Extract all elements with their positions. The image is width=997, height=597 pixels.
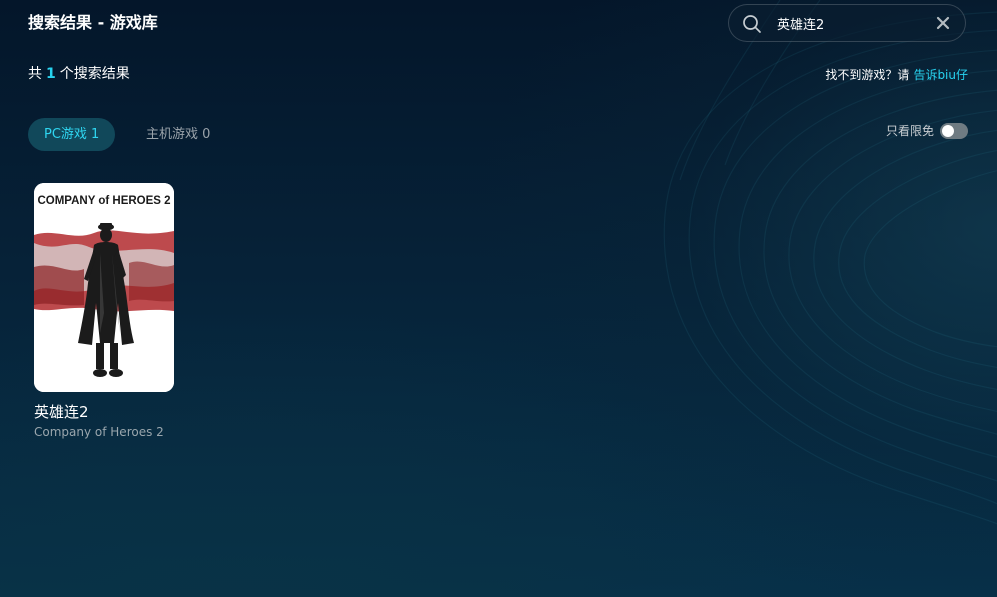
search-icon[interactable]: [742, 14, 762, 34]
tab-pc-games[interactable]: PC游戏 1: [28, 118, 116, 151]
search-input[interactable]: [777, 13, 927, 33]
result-count: 共 1 个搜索结果: [28, 64, 130, 84]
result-count-suffix: 个搜索结果: [59, 66, 130, 82]
free-only-toggle[interactable]: [940, 122, 968, 139]
close-icon[interactable]: [935, 15, 951, 31]
page-title: 搜索结果 - 游戏库: [28, 13, 158, 32]
game-cover-title: COMPANY of HEROES 2: [37, 195, 170, 207]
game-cover[interactable]: COMPANY of HEROES 2: [34, 183, 174, 392]
game-subtitle: Company of Heroes 2: [34, 425, 164, 439]
game-card[interactable]: COMPANY of HEROES 2 英雄连2 Company of Hero…: [34, 183, 174, 440]
help-text: 找不到游戏？请 告诉biu仔: [825, 66, 968, 84]
toggle-knob: [942, 124, 954, 137]
result-count-number: 1: [46, 66, 56, 82]
free-only-filter: 只看限免: [886, 122, 968, 139]
game-cover-art: COMPANY of HEROES 2: [34, 183, 174, 392]
search-box[interactable]: [728, 4, 966, 42]
help-prompt: 找不到游戏？请: [825, 68, 910, 82]
game-title[interactable]: 英雄连2: [34, 401, 174, 423]
report-missing-link[interactable]: 告诉biu仔: [913, 68, 968, 82]
free-only-label: 只看限免: [885, 124, 934, 138]
result-count-prefix: 共: [28, 66, 42, 82]
tab-console-games[interactable]: 主机游戏 0: [130, 118, 226, 151]
